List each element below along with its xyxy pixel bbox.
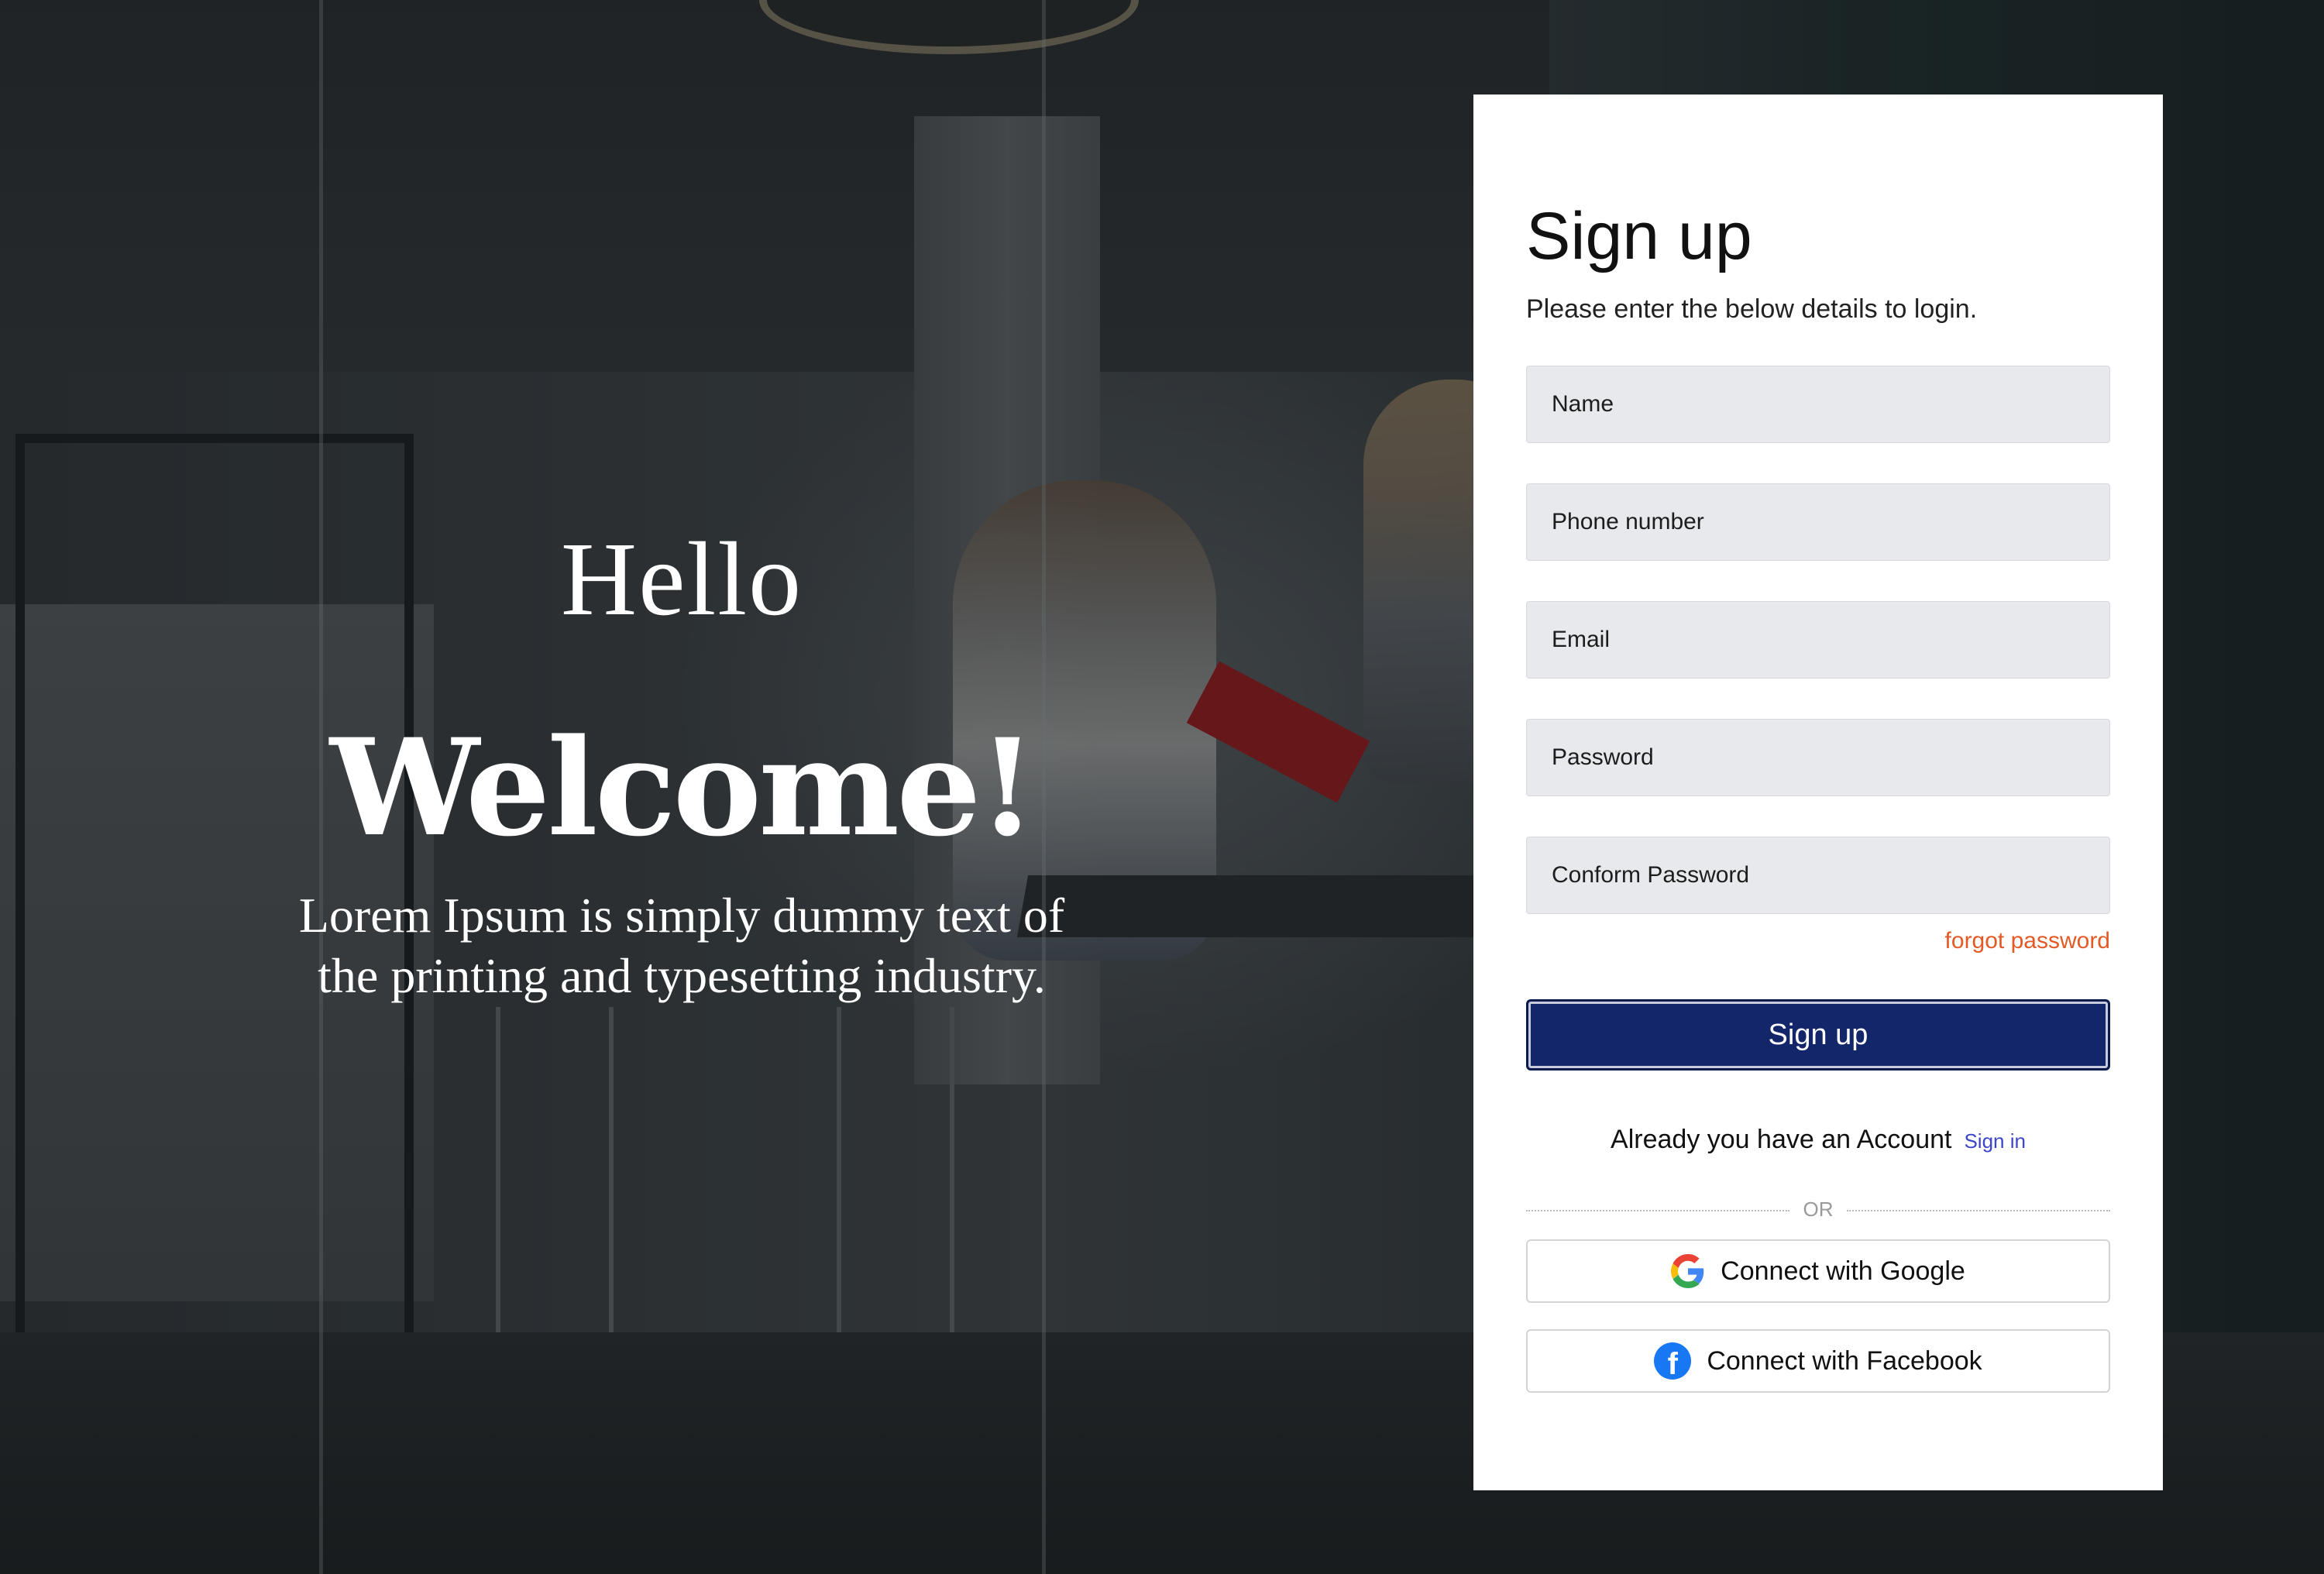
phone-input[interactable] xyxy=(1527,484,2109,560)
name-field xyxy=(1526,366,2110,443)
phone-field xyxy=(1526,483,2110,561)
google-button-label: Connect with Google xyxy=(1721,1256,1965,1286)
sign-up-button[interactable]: Sign up xyxy=(1526,999,2110,1071)
hero-section: Hello Welcome! Lorem Ipsum is simply dum… xyxy=(287,527,1077,1006)
hero-description: Lorem Ipsum is simply dummy text of the … xyxy=(298,888,1065,1003)
facebook-button-label: Connect with Facebook xyxy=(1707,1345,1982,1376)
confirm-password-field xyxy=(1526,837,2110,914)
email-field xyxy=(1526,601,2110,679)
form-subtitle: Please enter the below details to login. xyxy=(1526,294,1978,324)
password-field xyxy=(1526,719,2110,796)
account-prompt-text: Already you have an Account xyxy=(1611,1125,1952,1154)
password-input[interactable] xyxy=(1527,720,2109,796)
sign-in-link[interactable]: Sign in xyxy=(1964,1129,2026,1153)
facebook-f-icon: f xyxy=(1654,1342,1692,1380)
email-input[interactable] xyxy=(1527,602,2109,678)
hero-welcome-heading: Welcome! xyxy=(329,709,1037,866)
forgot-password-link[interactable]: forgot password xyxy=(1945,928,2110,954)
form-title: Sign up xyxy=(1526,199,1752,273)
divider-line-right xyxy=(1847,1210,2110,1211)
signup-card: Sign up Please enter the below details t… xyxy=(1473,95,2163,1490)
hero-hello: Hello xyxy=(560,521,803,638)
confirm-password-input[interactable] xyxy=(1527,837,2109,913)
account-prompt-row: Already you have an Account Sign in xyxy=(1473,1125,2163,1155)
google-g-icon xyxy=(1671,1254,1704,1288)
or-divider: OR xyxy=(1526,1198,2110,1224)
name-input[interactable] xyxy=(1527,366,2109,442)
connect-google-button[interactable]: Connect with Google xyxy=(1526,1239,2110,1303)
connect-facebook-button[interactable]: f Connect with Facebook xyxy=(1526,1329,2110,1393)
